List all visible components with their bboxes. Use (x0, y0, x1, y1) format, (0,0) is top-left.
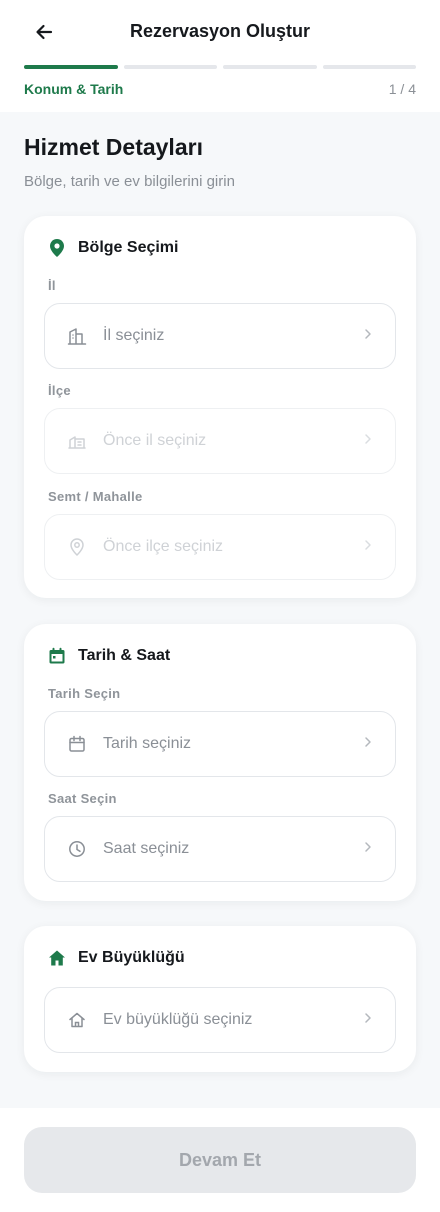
progress-segment-2 (123, 65, 217, 69)
step-counter: 1 / 4 (388, 81, 416, 97)
home-icon (49, 950, 65, 966)
home-outline-icon (67, 1010, 87, 1030)
time-select-value: Saat seçiniz (103, 840, 190, 857)
chevron-right-icon (363, 538, 373, 556)
field-label-time: Saat Seçin (48, 791, 117, 806)
chevron-right-icon (363, 735, 373, 753)
chevron-right-icon (363, 840, 373, 858)
province-select[interactable]: İl seçiniz (44, 303, 396, 369)
district-select-value: Önce il seçiniz (103, 432, 207, 449)
card-title-region: Bölge Seçimi (78, 239, 179, 256)
step-label: Konum & Tarih (24, 81, 124, 97)
city-icon (67, 431, 87, 451)
page-subtitle: Bölge, tarih ve ev bilgilerini girin (24, 173, 235, 190)
chevron-right-icon (363, 1011, 373, 1029)
time-select[interactable]: Saat seçiniz (44, 816, 396, 882)
region-selection-card: Bölge Seçimi İl İl seçiniz İlçe Önce il … (24, 216, 416, 598)
location-outline-icon (67, 537, 87, 557)
neighborhood-select[interactable]: Önce ilçe seçiniz (44, 514, 396, 580)
clock-icon (67, 839, 87, 859)
date-select-value: Tarih seçiniz (103, 735, 192, 752)
location-pin-icon (50, 239, 64, 257)
province-select-value: İl seçiniz (103, 327, 165, 344)
step-progress-bar (24, 65, 416, 69)
field-label-date: Tarih Seçin (48, 686, 121, 701)
neighborhood-select-value: Önce ilçe seçiniz (103, 538, 224, 555)
progress-segment-3 (223, 65, 317, 69)
page-title: Hizmet Detayları (24, 134, 203, 160)
building-icon (67, 326, 87, 346)
card-title-datetime: Tarih & Saat (78, 647, 171, 664)
house-size-select[interactable]: Ev büyüklüğü seçiniz (44, 987, 396, 1053)
header-title: Rezervasyon Oluştur (129, 21, 311, 41)
house-size-select-value: Ev büyüklüğü seçiniz (103, 1011, 253, 1028)
field-label-neighborhood: Semt / Mahalle (48, 489, 143, 504)
progress-segment-4 (322, 65, 416, 69)
app-header: Rezervasyon Oluştur Konum & Tarih 1 / 4 (0, 0, 440, 112)
calendar-icon (49, 647, 65, 664)
chevron-right-icon (363, 327, 373, 345)
card-title-house: Ev Büyüklüğü (78, 949, 185, 966)
progress-segment-1 (24, 65, 118, 69)
continue-button[interactable]: Devam Et (24, 1127, 416, 1193)
calendar-outline-icon (67, 734, 87, 754)
date-select[interactable]: Tarih seçiniz (44, 711, 396, 777)
datetime-card: Tarih & Saat Tarih Seçin Tarih seçiniz S… (24, 624, 416, 901)
house-size-card: Ev Büyüklüğü Ev büyüklüğü seçiniz (24, 926, 416, 1072)
district-select[interactable]: Önce il seçiniz (44, 408, 396, 474)
bottom-action-bar: Devam Et (0, 1108, 440, 1212)
field-label-district: İlçe (48, 383, 71, 398)
field-label-province: İl (48, 278, 56, 293)
chevron-right-icon (363, 432, 373, 450)
